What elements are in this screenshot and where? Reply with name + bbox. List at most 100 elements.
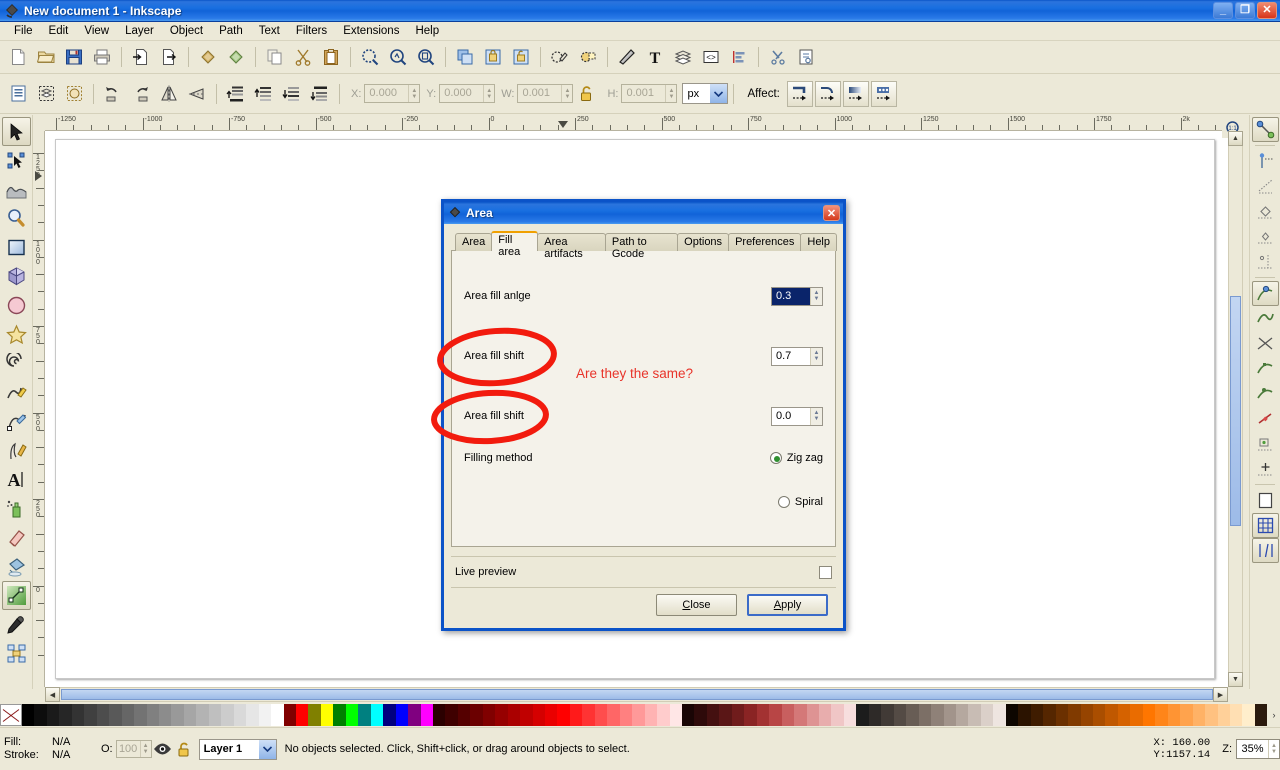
bezier-tool[interactable]: [2, 407, 31, 436]
open-document-icon[interactable]: [33, 44, 59, 70]
color-swatch[interactable]: [109, 704, 122, 726]
vertical-scrollbar[interactable]: ▲ ▼: [1228, 131, 1243, 687]
color-swatch[interactable]: [1254, 704, 1268, 726]
chevron-down-icon[interactable]: [258, 739, 276, 759]
fill-stroke-indicator[interactable]: Fill: N/A Stroke: N/A: [0, 736, 95, 762]
tab-help[interactable]: Help: [800, 233, 837, 251]
object-properties-icon[interactable]: [575, 44, 601, 70]
pencil-tool[interactable]: [2, 378, 31, 407]
menu-extensions[interactable]: Extensions: [335, 24, 407, 38]
flip-horizontal-icon[interactable]: [156, 80, 182, 108]
color-swatch[interactable]: [420, 704, 433, 726]
area-fill-shift-spinner-1[interactable]: ▲ ▼: [810, 347, 822, 365]
opacity-field[interactable]: 100 ▲ ▼: [115, 740, 152, 758]
close-button[interactable]: ✕: [1257, 2, 1277, 19]
ellipse-tool[interactable]: [2, 291, 31, 320]
color-swatch[interactable]: [345, 704, 359, 726]
menu-text[interactable]: Text: [251, 24, 288, 38]
maximize-button[interactable]: ❐: [1235, 2, 1255, 19]
chevron-down-icon[interactable]: [710, 84, 728, 103]
snap-nodes-paths-toggle[interactable]: [1251, 281, 1279, 306]
color-swatch[interactable]: [769, 704, 782, 726]
color-swatch[interactable]: [520, 704, 533, 726]
color-swatch[interactable]: [594, 704, 608, 726]
color-swatch[interactable]: [495, 704, 508, 726]
document-properties-icon[interactable]: [793, 44, 819, 70]
color-swatches[interactable]: [22, 704, 1268, 726]
scroll-left-button[interactable]: ◀: [45, 687, 60, 702]
color-swatch[interactable]: [819, 704, 832, 726]
color-swatch[interactable]: [569, 704, 583, 726]
cut-icon[interactable]: [290, 44, 316, 70]
color-swatch[interactable]: [1217, 704, 1230, 726]
move-patterns-icon[interactable]: [870, 80, 897, 107]
horizontal-scrollbar[interactable]: ◀ ▶: [45, 687, 1228, 702]
color-swatch[interactable]: [320, 704, 334, 726]
y-field-spinner[interactable]: ▲ ▼: [483, 85, 494, 102]
color-swatch[interactable]: [134, 704, 147, 726]
color-swatch[interactable]: [1229, 704, 1243, 726]
minimize-button[interactable]: _: [1213, 2, 1233, 19]
radio-spiral[interactable]: Spiral: [777, 496, 823, 508]
color-swatch[interactable]: [906, 704, 919, 726]
snap-object-centers-toggle[interactable]: [1252, 431, 1279, 456]
xml-editor-icon[interactable]: <>: [698, 44, 724, 70]
color-swatch[interactable]: [1055, 704, 1069, 726]
color-swatch[interactable]: [445, 704, 458, 726]
lower-to-bottom-icon[interactable]: [307, 80, 333, 108]
zoom-drawing-icon[interactable]: [385, 44, 411, 70]
undo-icon[interactable]: [195, 44, 221, 70]
tab-path-to-gcode[interactable]: Path to Gcode: [604, 233, 679, 260]
color-swatch[interactable]: [694, 704, 707, 726]
tab-preferences[interactable]: Preferences: [728, 233, 802, 251]
padlock-icon[interactable]: [174, 739, 196, 759]
color-swatch[interactable]: [632, 704, 645, 726]
color-swatch[interactable]: [557, 704, 570, 726]
color-swatch[interactable]: [395, 704, 409, 726]
menu-edit[interactable]: Edit: [41, 24, 77, 38]
zoom-selection-icon[interactable]: [357, 44, 383, 70]
menu-file[interactable]: File: [6, 24, 41, 38]
scroll-right-button[interactable]: ▶: [1213, 687, 1228, 702]
color-swatch[interactable]: [46, 704, 60, 726]
color-swatch[interactable]: [233, 704, 247, 726]
snap-cusp-nodes-toggle[interactable]: [1252, 356, 1279, 381]
group-icon[interactable]: [480, 44, 506, 70]
move-gradients-icon[interactable]: [842, 80, 869, 107]
radio-zig-zag[interactable]: Zig zag: [769, 452, 823, 464]
color-swatch[interactable]: [682, 704, 695, 726]
zoom-field[interactable]: 35% ▲ ▼: [1236, 739, 1280, 759]
area-fill-shift-input-1[interactable]: 0.7 ▲ ▼: [771, 346, 823, 366]
color-swatch[interactable]: [607, 704, 620, 726]
tab-fill-area[interactable]: Fill area: [491, 231, 539, 258]
no-color-swatch[interactable]: [0, 704, 22, 726]
h-field-spinner[interactable]: ▲ ▼: [665, 85, 676, 102]
snap-bbox-edges-toggle[interactable]: [1252, 174, 1279, 199]
color-swatch[interactable]: [931, 704, 944, 726]
color-swatch[interactable]: [918, 704, 932, 726]
horizontal-scroll-thumb[interactable]: [61, 689, 1213, 700]
color-swatch[interactable]: [1005, 704, 1019, 726]
tab-area-artifacts[interactable]: Area artifacts: [537, 233, 606, 260]
snap-path-intersections-toggle[interactable]: [1252, 331, 1279, 356]
snap-bbox-centers-toggle[interactable]: [1252, 249, 1279, 274]
enable-snapping-toggle[interactable]: [1251, 117, 1279, 142]
color-swatch[interactable]: [1080, 704, 1093, 726]
palette-scroll-right-icon[interactable]: ›: [1268, 704, 1280, 726]
tab-area[interactable]: Area: [455, 233, 493, 251]
color-swatch[interactable]: [893, 704, 907, 726]
color-swatch[interactable]: [295, 704, 309, 726]
vertical-ruler[interactable]: 125010007505002500: [33, 131, 45, 687]
color-swatch[interactable]: [121, 704, 135, 726]
color-swatch[interactable]: [370, 704, 384, 726]
snap-line-midpoints-toggle[interactable]: [1252, 406, 1279, 431]
color-swatch[interactable]: [507, 704, 521, 726]
color-swatch[interactable]: [980, 704, 994, 726]
color-swatch[interactable]: [258, 704, 272, 726]
h-field[interactable]: 0.001 ▲ ▼: [621, 84, 678, 103]
lower-icon[interactable]: [279, 80, 305, 108]
align-dialog-icon[interactable]: [726, 44, 752, 70]
vertical-scroll-thumb[interactable]: [1230, 296, 1241, 526]
color-swatch[interactable]: [706, 704, 720, 726]
menu-layer[interactable]: Layer: [117, 24, 162, 38]
